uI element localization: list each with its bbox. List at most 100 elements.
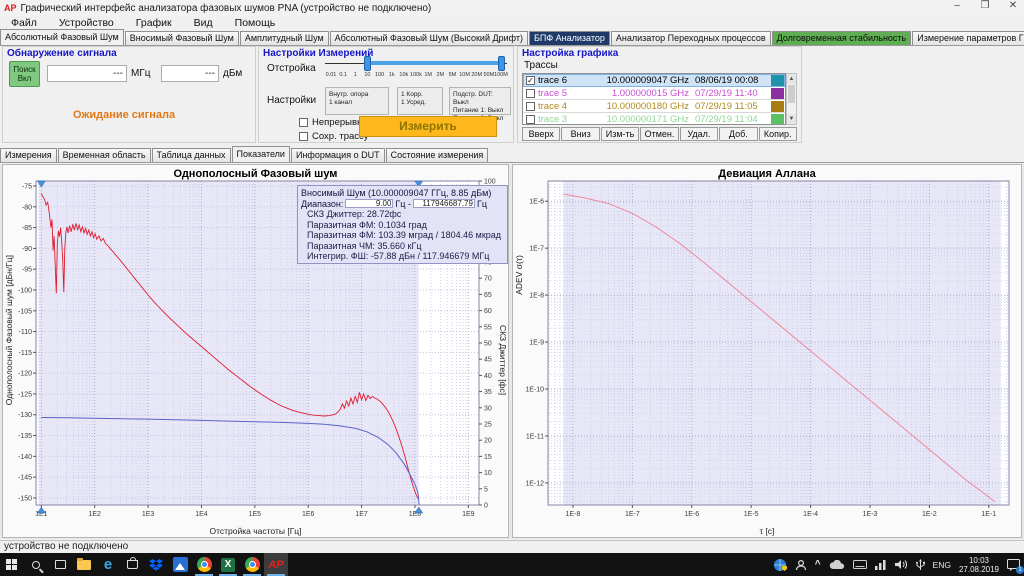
scroll-down-icon[interactable]: ▼ (787, 114, 796, 124)
people-button[interactable] (791, 553, 811, 576)
measure-button[interactable]: Измерить (359, 116, 497, 137)
scroll-up-icon[interactable]: ▲ (787, 74, 796, 84)
correlation-settings-box[interactable]: 1 Корр. 1 Усред. (397, 87, 443, 115)
reference-settings-box[interactable]: Внутр. опора 1 канал (325, 87, 389, 115)
device-button[interactable] (849, 553, 871, 576)
power-field[interactable] (161, 65, 219, 82)
minimize-button[interactable]: – (950, 0, 964, 11)
main-tab-2[interactable]: Амплитудный Шум (240, 31, 329, 45)
windows-logo-icon (6, 559, 18, 571)
scrollbar-thumb[interactable] (788, 85, 795, 103)
trace-checkbox[interactable]: ✓ (526, 76, 535, 85)
slider-selected-range (367, 61, 501, 65)
close-button[interactable]: ✕ (1006, 0, 1020, 11)
edge-icon: e (104, 557, 112, 572)
volume-button[interactable] (891, 553, 912, 576)
clock[interactable]: 10:0327.08.2019 (955, 553, 1003, 576)
chrome-profile-button[interactable] (240, 553, 264, 576)
pna-app-button[interactable]: AP (264, 553, 288, 576)
menu-item-2[interactable]: График (125, 17, 183, 29)
trace-button-5[interactable]: Доб. (719, 127, 757, 141)
svg-text:70: 70 (484, 276, 492, 283)
edge-button[interactable]: e (96, 553, 120, 576)
svg-text:1E-6: 1E-6 (684, 511, 699, 518)
main-tab-4[interactable]: БПФ Анализатор (529, 31, 610, 45)
file-explorer-button[interactable] (72, 553, 96, 576)
trace-checkbox[interactable] (526, 102, 535, 111)
trace-button-0[interactable]: Вверх (522, 127, 560, 141)
main-tab-1[interactable]: Вносимый Фазовый Шум (125, 31, 239, 45)
svg-text:40: 40 (484, 373, 492, 380)
network-status-button[interactable] (769, 553, 791, 576)
photos-app-button[interactable] (168, 553, 192, 576)
trace-row-trace-3[interactable]: trace 310.000000171 GHz07/29/19 11:04 (523, 113, 785, 125)
range-from-field[interactable] (345, 199, 393, 208)
trace-checkbox[interactable] (526, 115, 535, 124)
band-marker-bottom[interactable] (37, 507, 45, 513)
menu-item-1[interactable]: Устройство (48, 17, 125, 29)
action-center-button[interactable]: 1 (1003, 553, 1024, 576)
main-tab-6[interactable]: Долговременная стабильность (772, 31, 912, 45)
speaker-icon (895, 559, 908, 570)
store-button[interactable] (120, 553, 144, 576)
sub-tab-5[interactable]: Состояние измерения (386, 148, 489, 162)
sub-tab-3[interactable]: Показатели (232, 146, 290, 162)
main-tab-0[interactable]: Абсолютный Фазовый Шум (0, 29, 124, 45)
network-signal-button[interactable] (871, 553, 891, 576)
task-view-button[interactable] (48, 553, 72, 576)
band-marker-bottom[interactable] (415, 507, 423, 513)
sub-tab-2[interactable]: Таблица данных (152, 148, 231, 162)
trace-row-trace-6[interactable]: ✓trace 610.000009047 GHz08/06/19 00:08 (523, 74, 785, 87)
search-toggle-button[interactable]: Поиск Вкл (9, 61, 40, 87)
chrome-icon (245, 557, 260, 572)
slider-tick-0.01: 0.01 (326, 72, 337, 78)
show-hidden-icons-button[interactable]: ^ (811, 553, 825, 576)
trace-table-scrollbar[interactable]: ▲ ▼ (786, 73, 797, 125)
menu-item-3[interactable]: Вид (183, 17, 224, 29)
trace-button-4[interactable]: Удал. (680, 127, 718, 141)
range-to-field[interactable] (413, 199, 475, 208)
maximize-button[interactable]: ❐ (978, 0, 992, 11)
language-indicator[interactable]: ENG (929, 553, 955, 576)
slider-handle-low[interactable] (364, 56, 371, 71)
svg-text:-105: -105 (18, 308, 32, 315)
onedrive-button[interactable] (825, 553, 849, 576)
menu-item-4[interactable]: Помощь (224, 17, 287, 29)
main-tab-5[interactable]: Анализатор Переходных процессов (611, 31, 771, 45)
trace-button-3[interactable]: Отмен. (640, 127, 678, 141)
trace-button-2[interactable]: Изм-ть (601, 127, 639, 141)
slider-handle-high[interactable] (498, 56, 505, 71)
trace-row-trace-4[interactable]: trace 410.000000180 GHz07/29/19 11:05 (523, 100, 785, 113)
dut-power-settings-box[interactable]: Подстр. DUT: Выкл Питание 1: Выкл Питани… (449, 87, 511, 115)
offset-range-slider[interactable]: 0.010.11101001k10k100k1M2M5M10M20M50M100… (325, 55, 507, 81)
slider-tick-100k: 100k (410, 72, 422, 78)
sub-tab-0[interactable]: Измерения (0, 148, 57, 162)
main-tab-7[interactable]: Измерение параметров ГУН (912, 31, 1024, 45)
chrome-button[interactable] (192, 553, 216, 576)
slider-tick-20M: 20M (471, 72, 482, 78)
allan-deviation-plot[interactable]: 1E-81E-71E-61E-51E-41E-31E-21E-11E-61E-7… (513, 165, 1023, 539)
trace-button-1[interactable]: Вниз (561, 127, 599, 141)
trace-checkbox[interactable] (526, 89, 535, 98)
svg-text:1E9: 1E9 (462, 511, 475, 518)
svg-text:-150: -150 (18, 495, 32, 502)
taskbar-search-button[interactable] (24, 553, 48, 576)
sub-tab-4[interactable]: Информация о DUT (291, 148, 385, 162)
usb-button[interactable] (912, 553, 929, 576)
trace-row-trace-5[interactable]: trace 51.000000015 GHz07/29/19 11:40 (523, 87, 785, 100)
frequency-field[interactable] (47, 65, 127, 82)
excel-button[interactable]: X (216, 553, 240, 576)
main-tab-3[interactable]: Абсолютный Фазовый Шум (Высокий Дрифт) (330, 31, 528, 45)
menu-item-0[interactable]: Файл (0, 17, 48, 29)
folder-icon (77, 560, 91, 570)
offset-label: Отстройка (267, 63, 316, 74)
save-trace-checkbox[interactable] (299, 132, 308, 141)
svg-text:1E6: 1E6 (302, 511, 315, 518)
continuous-checkbox[interactable] (299, 118, 308, 127)
svg-text:1E-7: 1E-7 (529, 246, 544, 253)
svg-text:-100: -100 (18, 287, 32, 294)
dropbox-button[interactable] (144, 553, 168, 576)
start-button[interactable] (0, 553, 24, 576)
sub-tab-1[interactable]: Временная область (58, 148, 151, 162)
trace-button-6[interactable]: Копир. (759, 127, 797, 141)
